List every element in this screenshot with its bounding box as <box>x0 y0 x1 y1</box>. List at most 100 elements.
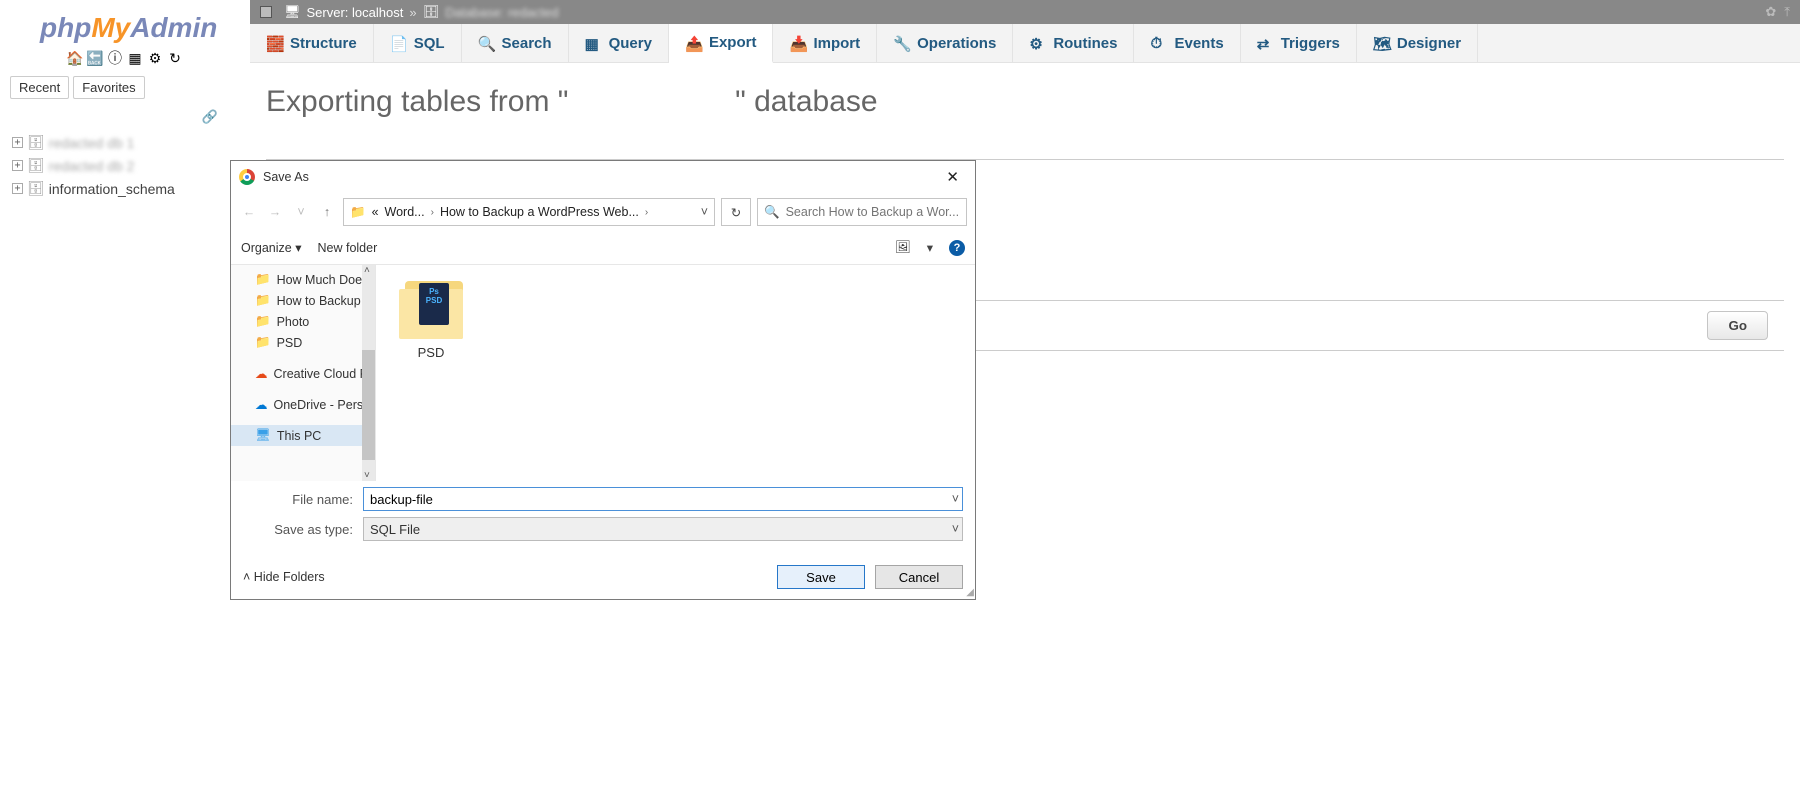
dialog-title: Save As <box>263 170 309 184</box>
tab-events[interactable]: ⏱Events <box>1134 24 1240 62</box>
sql-icon[interactable]: ▦ <box>127 50 143 66</box>
server-db-label[interactable]: Database: redacted <box>445 5 558 20</box>
collapse-up-icon[interactable]: ⤒ <box>1784 4 1790 20</box>
reload-icon[interactable]: ↻ <box>167 50 183 66</box>
recent-button[interactable]: Recent <box>10 76 69 99</box>
recent-locations-button[interactable]: ˅ <box>291 205 311 219</box>
page-title: Exporting tables from " " database <box>266 85 1784 119</box>
chevron-down-icon: ▾ <box>295 241 301 255</box>
savetype-combo[interactable]: SQL File ˅ <box>363 517 963 541</box>
chevron-down-icon[interactable]: ˅ <box>701 205 708 219</box>
collapse-toggle[interactable] <box>260 6 272 18</box>
resize-grip-icon[interactable]: ◢ <box>966 588 974 598</box>
tab-operations[interactable]: 🔧Operations <box>877 24 1013 62</box>
organize-menu[interactable]: Organize ▾ <box>241 240 302 255</box>
tree-item[interactable]: 📁Photo <box>231 311 375 332</box>
expand-icon[interactable]: + <box>12 137 23 148</box>
tab-label: Structure <box>290 35 357 52</box>
db-tree-item[interactable]: + 🗄 redacted db 2 <box>4 154 246 177</box>
triggers-icon: ⇄ <box>1257 35 1273 51</box>
help-button[interactable]: ? <box>949 240 965 256</box>
tab-export[interactable]: 📤Export <box>669 24 774 63</box>
search-icon: 🔍 <box>478 35 494 51</box>
sidebar-iconstrip: 🏠 🔙 ⓘ ▦ ⚙ ↻ <box>4 50 246 66</box>
filename-input[interactable] <box>363 487 963 511</box>
forward-button[interactable]: → <box>265 205 285 219</box>
tab-designer[interactable]: 🗺Designer <box>1357 24 1478 62</box>
favorites-button[interactable]: Favorites <box>73 76 144 99</box>
pma-sidebar: phpMyAdmin 🏠 🔙 ⓘ ▦ ⚙ ↻ Recent Favorites … <box>0 0 250 810</box>
refresh-button[interactable]: ↻ <box>721 198 751 226</box>
home-icon[interactable]: 🏠 <box>67 50 83 66</box>
tree-item[interactable]: 📁How Much Doe <box>231 269 375 290</box>
tree-label: How to Backup <box>277 294 361 308</box>
db-tree-item[interactable]: + 🗄 information_schema <box>4 177 246 200</box>
tree-label: Photo <box>277 315 310 329</box>
folder-label: PSD <box>386 345 476 360</box>
view-mode-button[interactable]: 🖼 <box>895 240 911 255</box>
expand-icon[interactable]: + <box>12 160 23 171</box>
tree-item[interactable]: ☁Creative Cloud F <box>231 363 375 384</box>
db-name: redacted db 2 <box>49 158 135 174</box>
designer-icon: 🗺 <box>1373 35 1389 51</box>
folder-icon: 📁 <box>255 335 271 350</box>
tree-item[interactable]: 📁PSD <box>231 332 375 353</box>
tab-sql[interactable]: 📄SQL <box>374 24 462 62</box>
db-tree-item[interactable]: + 🗄 redacted db 1 <box>4 131 246 154</box>
up-button[interactable]: ↑ <box>317 205 337 219</box>
go-button[interactable]: Go <box>1707 311 1768 340</box>
back-button[interactable]: ← <box>239 205 259 219</box>
database-icon: 🗄 <box>27 134 45 151</box>
cancel-button[interactable]: Cancel <box>875 565 963 589</box>
tab-routines[interactable]: ⚙Routines <box>1013 24 1134 62</box>
settings-icon[interactable]: ⚙ <box>147 50 163 66</box>
tab-label: SQL <box>414 35 445 52</box>
view-dropdown-button[interactable]: ▾ <box>927 240 933 255</box>
link-icon[interactable]: 🔗 <box>4 109 246 125</box>
logo-admin: Admin <box>130 12 217 43</box>
tab-label: Export <box>709 34 757 51</box>
onedrive-icon: ☁ <box>255 397 268 412</box>
tree-item[interactable]: ☁OneDrive - Perso <box>231 394 375 415</box>
file-pane[interactable]: Ps PSD PSD <box>376 265 975 481</box>
folder-icon: 📁 <box>255 293 271 308</box>
tab-query[interactable]: ▦ Query <box>569 24 669 62</box>
server-bar: 🖥 Server: localhost » 🗄 Database: redact… <box>250 0 1800 24</box>
database-icon: 🗄 <box>27 180 45 197</box>
address-bar[interactable]: 📁 « Word... › How to Backup a WordPress … <box>343 198 715 226</box>
chevron-right-icon[interactable]: › <box>645 207 648 218</box>
search-input[interactable] <box>786 205 960 219</box>
scrollbar-thumb[interactable] <box>362 350 375 460</box>
settings-gear-icon[interactable]: ✿ <box>1765 4 1776 20</box>
logout-icon[interactable]: 🔙 <box>87 50 103 66</box>
dialog-toolbar: Organize ▾ New folder 🖼 ▾ ? <box>231 231 975 265</box>
dialog-fields: File name: ˅ Save as type: SQL File ˅ <box>231 481 975 553</box>
tab-search[interactable]: 🔍Search <box>462 24 569 62</box>
tab-import[interactable]: 📥Import <box>773 24 877 62</box>
psd-badge: Ps PSD <box>419 283 449 325</box>
save-button[interactable]: Save <box>777 565 865 589</box>
tab-label: Operations <box>917 35 996 52</box>
folder-item[interactable]: Ps PSD PSD <box>386 275 476 360</box>
import-icon: 📥 <box>789 35 805 51</box>
tree-item[interactable]: 📁 How to Backup <box>231 290 375 311</box>
expand-icon[interactable]: + <box>12 183 23 194</box>
server-icon: 🖥 <box>284 4 301 20</box>
server-label[interactable]: Server: localhost <box>307 5 404 20</box>
docs-icon[interactable]: ⓘ <box>107 50 123 66</box>
query-icon: ▦ <box>585 35 601 51</box>
breadcrumb-segment[interactable]: Word... <box>385 205 425 219</box>
breadcrumb-segment[interactable]: How to Backup a WordPress Web... <box>440 205 639 219</box>
search-box[interactable]: 🔍 <box>757 198 967 226</box>
hide-folders-toggle[interactable]: ˄ Hide Folders <box>243 570 325 584</box>
tree-item-this-pc[interactable]: 🖥This PC <box>231 425 375 446</box>
tab-structure[interactable]: 🧱Structure <box>250 24 374 62</box>
chevron-right-icon[interactable]: › <box>431 207 434 218</box>
save-as-dialog: Save As ✕ ← → ˅ ↑ 📁 « Word... › How to B… <box>230 160 976 600</box>
close-button[interactable]: ✕ <box>938 164 967 190</box>
dialog-footer: ˄ Hide Folders Save Cancel <box>231 553 975 599</box>
tab-triggers[interactable]: ⇄Triggers <box>1241 24 1357 62</box>
tab-label: Query <box>609 35 652 52</box>
heading-post: " database <box>735 85 877 118</box>
new-folder-button[interactable]: New folder <box>318 241 378 255</box>
